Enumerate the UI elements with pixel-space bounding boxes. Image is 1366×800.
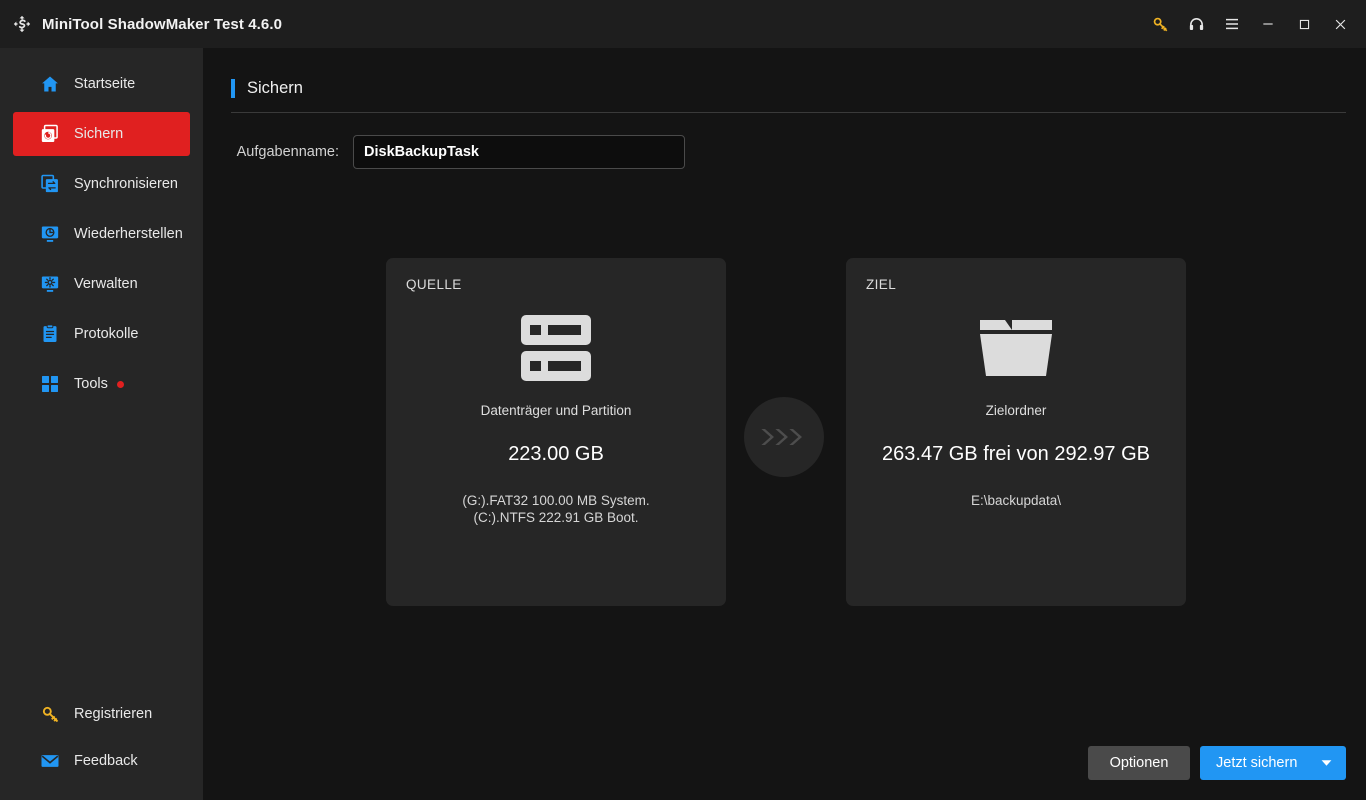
backup-now-label: Jetzt sichern [1216,755,1298,771]
envelope-icon [39,750,61,772]
target-card-details: E:\backupdata\ [854,492,1178,509]
action-bar: Optionen Jetzt sichern [1088,746,1346,780]
source-detail-line: (G:).FAT32 100.00 MB System. [462,493,650,508]
sidebar-item-sichern[interactable]: Sichern [13,112,190,156]
page-title-accent-bar [231,78,235,98]
page-title: Sichern [247,78,303,97]
triple-chevron-right-icon [744,397,824,477]
backup-icon [39,123,61,145]
sidebar-item-registrieren[interactable]: Registrieren [13,692,190,736]
hamburger-menu-icon[interactable] [1214,4,1250,44]
restore-icon [39,223,61,245]
sync-icon [39,173,61,195]
key-icon [39,703,61,725]
backup-source-target-area: QUELLE Datenträger und Partition 223.00 … [386,258,1186,606]
sidebar-item-protokolle[interactable]: Protokolle [13,312,190,356]
sidebar-item-label: Protokolle [74,326,139,342]
source-card-details: (G:).FAT32 100.00 MB System. (C:).NTFS 2… [394,492,718,526]
page-header: Sichern [231,76,1346,100]
minimize-icon[interactable] [1250,4,1286,44]
task-name-label: Aufgabenname: [236,144,339,160]
key-icon[interactable] [1142,4,1178,44]
sidebar-item-label: Tools [74,376,108,392]
source-card-size: 223.00 GB [508,443,604,465]
sidebar-item-startseite[interactable]: Startseite [13,62,190,106]
target-card-size: 263.47 GB frei von 292.97 GB [882,443,1150,465]
main-content: Sichern Aufgabenname: QUELLE [203,48,1366,800]
caret-down-icon[interactable] [1321,759,1332,767]
target-card-type: Zielordner [985,403,1047,418]
target-card-kicker: ZIEL [866,277,897,292]
target-detail-line: E:\backupdata\ [970,493,1062,508]
close-icon[interactable] [1322,4,1358,44]
sidebar-item-tools[interactable]: Tools [13,362,190,406]
sidebar-item-verwalten[interactable]: Verwalten [13,262,190,306]
manage-icon [39,273,61,295]
home-icon [39,73,61,95]
task-name-row: Aufgabenname: [231,135,1366,169]
sidebar-item-label: Verwalten [74,276,138,292]
source-card[interactable]: QUELLE Datenträger und Partition 223.00 … [386,258,726,606]
headset-icon[interactable] [1178,4,1214,44]
header-divider [231,112,1346,113]
shadowmaker-logo-icon [10,12,34,36]
tools-icon [39,373,61,395]
logs-icon [39,323,61,345]
sidebar-item-label: Startseite [74,76,136,92]
source-card-type: Datenträger und Partition [480,403,632,418]
app-window: MiniTool ShadowMaker Test 4.6.0 Startsei… [0,0,1366,800]
sidebar-item-label: Wiederherstellen [74,226,183,242]
body-wrapper: Startseite Sichern Synchronisieren Wiede… [0,48,1366,800]
sidebar-item-label: Feedback [74,753,138,769]
sidebar: Startseite Sichern Synchronisieren Wiede… [0,48,203,800]
maximize-icon[interactable] [1286,4,1322,44]
source-card-kicker: QUELLE [406,277,462,292]
window-title: MiniTool ShadowMaker Test 4.6.0 [42,15,283,33]
sidebar-item-feedback[interactable]: Feedback [13,739,190,783]
sidebar-item-synchronisieren[interactable]: Synchronisieren [13,162,190,206]
sidebar-item-label: Sichern [74,126,124,142]
task-name-input[interactable] [353,135,685,169]
options-button[interactable]: Optionen [1088,746,1190,780]
disk-partition-icon [386,310,726,386]
tools-new-badge-dot [116,380,124,388]
source-detail-line: (C:).NTFS 222.91 GB Boot. [473,510,639,525]
sidebar-item-label: Registrieren [74,706,153,722]
sidebar-bottom-group: Registrieren Feedback [0,689,203,786]
folder-icon [846,310,1186,386]
target-card[interactable]: ZIEL Zielordner 263.47 GB frei von 292.9… [846,258,1186,606]
sidebar-item-wiederherstellen[interactable]: Wiederherstellen [13,212,190,256]
sidebar-item-label: Synchronisieren [74,176,178,192]
title-bar: MiniTool ShadowMaker Test 4.6.0 [0,0,1366,48]
backup-now-button[interactable]: Jetzt sichern [1200,746,1346,780]
